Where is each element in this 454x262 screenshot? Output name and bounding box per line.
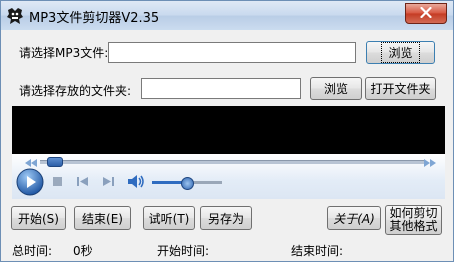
play-icon[interactable] [16, 168, 44, 199]
output-folder-input[interactable] [141, 78, 301, 99]
output-folder-label: 请选择存放的文件夹: [19, 84, 132, 98]
browse-folder-button[interactable]: 浏览 [310, 77, 362, 100]
mp3-file-input[interactable] [108, 42, 356, 63]
total-time-label: 总时间: [12, 244, 53, 258]
preview-button[interactable]: 试听(T) [143, 206, 195, 230]
close-button[interactable] [405, 3, 447, 24]
start-button[interactable]: 开始(S) [11, 206, 66, 230]
browse-mp3-label: 浏览 [381, 42, 420, 63]
about-button[interactable]: 关于(A) [327, 206, 381, 230]
save-as-button[interactable]: 另存为 [200, 206, 252, 230]
next-icon[interactable] [102, 176, 115, 190]
forward-small-icon [424, 156, 436, 170]
total-time-value: 0秒 [73, 244, 93, 258]
volume-icon[interactable] [127, 174, 145, 192]
video-display [12, 106, 445, 154]
start-time-label: 开始时间: [157, 244, 210, 258]
previous-icon[interactable] [76, 176, 89, 190]
window-title: MP3文件剪切器V2.35 [29, 11, 160, 26]
browse-mp3-button[interactable]: 浏览 [366, 41, 435, 64]
stop-icon[interactable] [52, 176, 63, 190]
end-time-label: 结束时间: [291, 244, 344, 258]
player-controls [12, 154, 445, 199]
open-folder-button[interactable]: 打开文件夹 [365, 77, 436, 100]
close-icon [420, 6, 432, 21]
volume-thumb[interactable] [181, 177, 194, 190]
title-bar[interactable]: MP3文件剪切器V2.35 [1, 1, 453, 30]
end-button[interactable]: 结束(E) [74, 206, 131, 230]
how-to-cut-line2: 其他格式 [389, 219, 438, 233]
seek-track[interactable] [40, 160, 425, 164]
how-to-cut-other-formats-button[interactable]: 如何剪切 其他格式 [385, 205, 442, 235]
mp3-file-label: 请选择MP3文件: [19, 46, 109, 60]
main-window: MP3文件剪切器V2.35 请选择MP3文件: 浏览 请选择存放的文件夹: 浏览… [0, 0, 454, 262]
seek-thumb[interactable] [47, 157, 64, 167]
app-icon [6, 7, 24, 25]
